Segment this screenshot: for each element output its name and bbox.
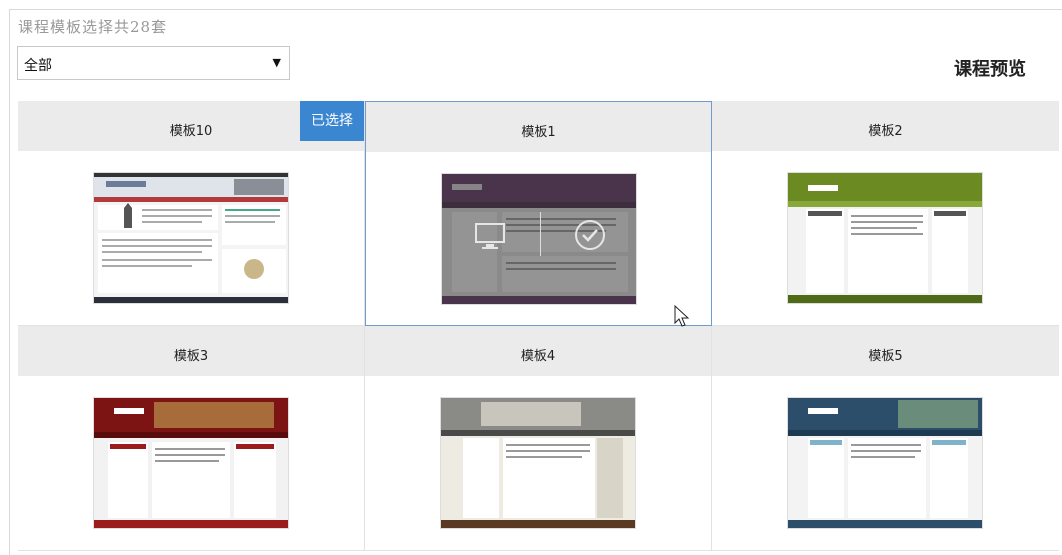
template-thumbnail (440, 397, 636, 529)
check-circle-icon[interactable] (573, 218, 607, 252)
chevron-down-icon: ▼ (272, 56, 281, 69)
template-card[interactable]: 模板10 已选择 (18, 101, 365, 326)
mouse-cursor-icon (674, 305, 690, 327)
template-grid: 模板10 已选择 模板1 模板2 模板3 模板4 模板5 (18, 101, 1062, 555)
template-count-title: 课程模板选择共28套 (18, 18, 168, 36)
template-thumbnail (93, 397, 289, 529)
template-card[interactable]: 模板2 (712, 101, 1059, 326)
template-thumbnail (787, 172, 983, 304)
template-card-title: 模板3 (18, 326, 364, 376)
template-card-title: 模板5 (712, 326, 1059, 376)
template-thumbnail (787, 397, 983, 529)
selected-badge: 已选择 (300, 101, 364, 141)
template-card-title: 模板2 (712, 101, 1059, 151)
category-select[interactable]: 全部 ▼ (17, 46, 290, 80)
category-select-value: 全部 (24, 58, 52, 74)
template-card-title: 模板1 (366, 102, 711, 152)
template-card[interactable]: 模板4 (365, 326, 712, 551)
template-card[interactable]: 模板1 (365, 101, 712, 326)
template-thumbnail (441, 173, 637, 305)
divider (540, 212, 541, 256)
template-card-title: 模板4 (365, 326, 711, 376)
template-card[interactable]: 模板5 (712, 326, 1059, 551)
desktop-preview-icon[interactable] (472, 222, 512, 254)
course-preview-link[interactable]: 课程预览 (954, 55, 1026, 81)
template-thumbnail (93, 172, 289, 304)
template-card[interactable]: 模板3 (18, 326, 365, 551)
